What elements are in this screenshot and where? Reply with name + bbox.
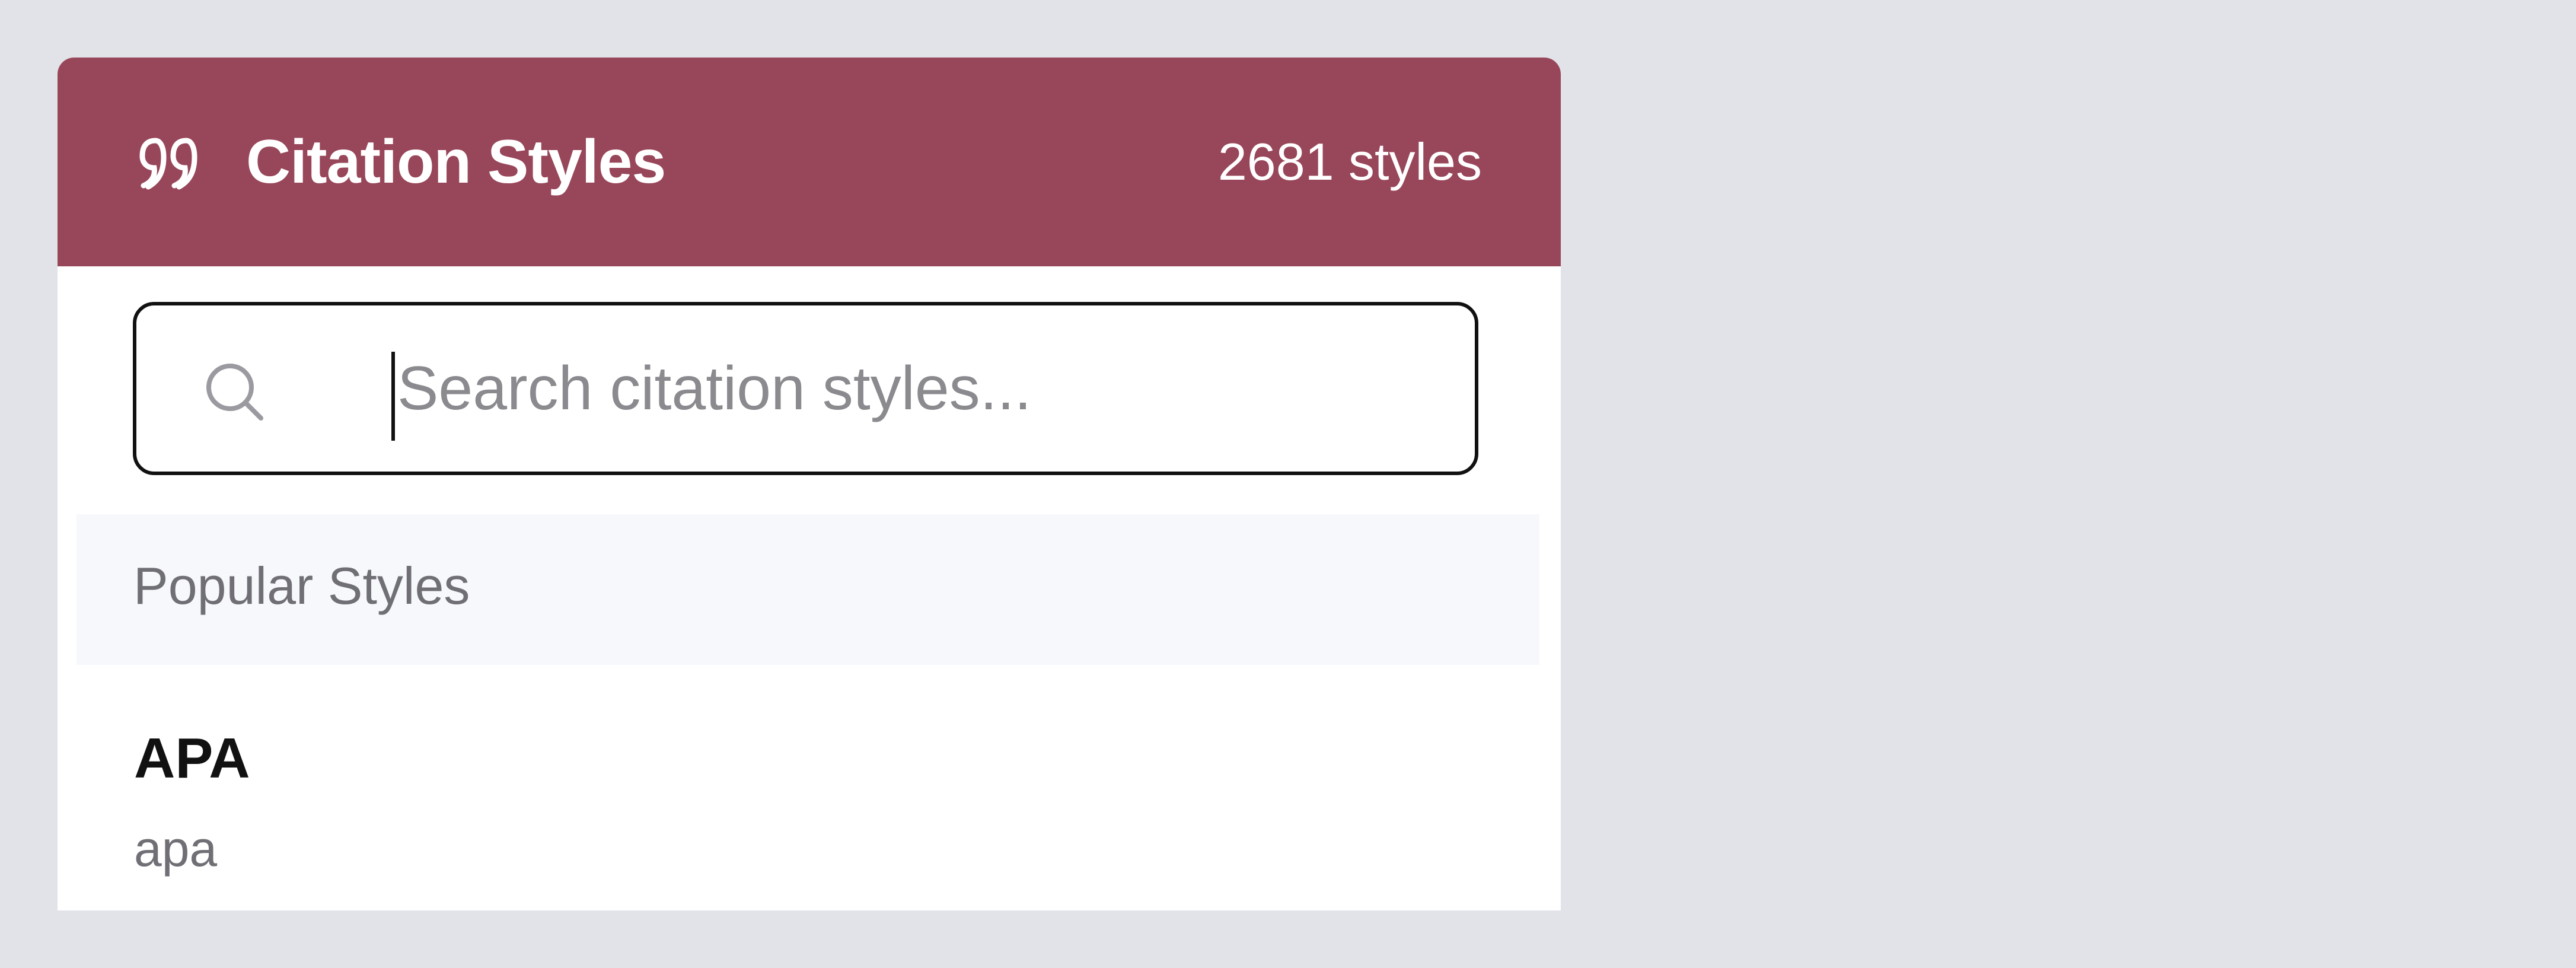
styles-count: 2681 styles bbox=[1217, 132, 1482, 191]
popular-styles-section: Popular Styles bbox=[76, 514, 1539, 665]
text-cursor bbox=[391, 352, 395, 441]
list-item[interactable]: APA apa bbox=[58, 665, 1561, 910]
section-heading: Popular Styles bbox=[133, 556, 470, 615]
search-input[interactable] bbox=[397, 305, 1453, 472]
style-name: APA bbox=[134, 727, 250, 790]
quote-icon bbox=[139, 138, 197, 190]
search-icon bbox=[206, 364, 263, 421]
search-box[interactable] bbox=[133, 302, 1478, 475]
panel-title: Citation Styles bbox=[246, 128, 666, 196]
style-id: apa bbox=[134, 821, 218, 877]
citation-styles-panel: Citation Styles 2681 styles Popular Styl… bbox=[58, 58, 1561, 910]
panel-header: Citation Styles 2681 styles bbox=[58, 58, 1561, 266]
